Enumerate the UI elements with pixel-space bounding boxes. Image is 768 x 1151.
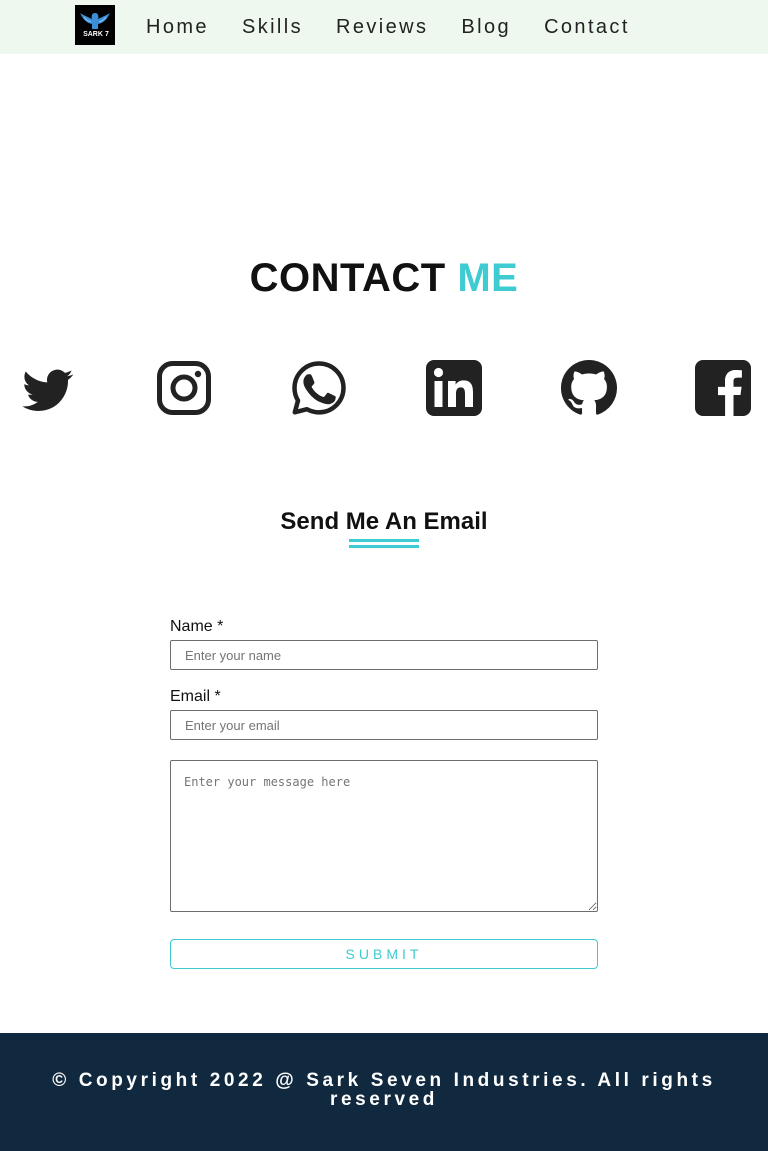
instagram-icon[interactable] — [156, 360, 212, 416]
submit-button[interactable]: SUBMIT — [170, 939, 598, 969]
logo-icon: SARK 7 — [75, 5, 115, 45]
twitter-icon[interactable] — [19, 360, 75, 416]
email-input[interactable] — [170, 710, 598, 740]
email-label: Email * — [170, 688, 221, 705]
nav-item-home[interactable]: Home — [146, 0, 209, 54]
contact-heading-main: CONTACT — [249, 256, 446, 300]
logo-text: SARK — [83, 31, 103, 38]
site-logo[interactable]: SARK 7 — [75, 5, 115, 45]
name-input[interactable] — [170, 640, 598, 670]
nav-item-contact[interactable]: Contact — [544, 0, 630, 54]
logo-mark: 7 — [105, 31, 109, 38]
contact-heading-accent: ME — [457, 256, 519, 300]
linkedin-icon[interactable] — [426, 360, 482, 416]
name-label: Name * — [170, 618, 224, 635]
nav-item-reviews[interactable]: Reviews — [336, 0, 428, 54]
nav-item-skills[interactable]: Skills — [242, 0, 303, 54]
title-underline-top — [349, 539, 419, 542]
contact-heading: CONTACT ME — [0, 252, 768, 304]
main-nav: Home Skills Reviews Blog Contact — [146, 0, 663, 54]
footer: © Copyright 2022 @ Sark Seven Industries… — [0, 1033, 768, 1151]
nav-item-blog[interactable]: Blog — [461, 0, 511, 54]
email-section-title: Send Me An Email — [280, 508, 488, 535]
whatsapp-icon[interactable] — [291, 360, 347, 416]
facebook-icon[interactable] — [695, 360, 751, 416]
message-textarea[interactable] — [170, 760, 598, 912]
footer-copyright: © Copyright 2022 @ Sark Seven Industries… — [52, 1070, 716, 1110]
title-underline-bottom — [349, 545, 419, 548]
navbar: SARK 7 Home Skills Reviews Blog Contact — [0, 0, 768, 54]
github-icon[interactable] — [561, 360, 617, 416]
